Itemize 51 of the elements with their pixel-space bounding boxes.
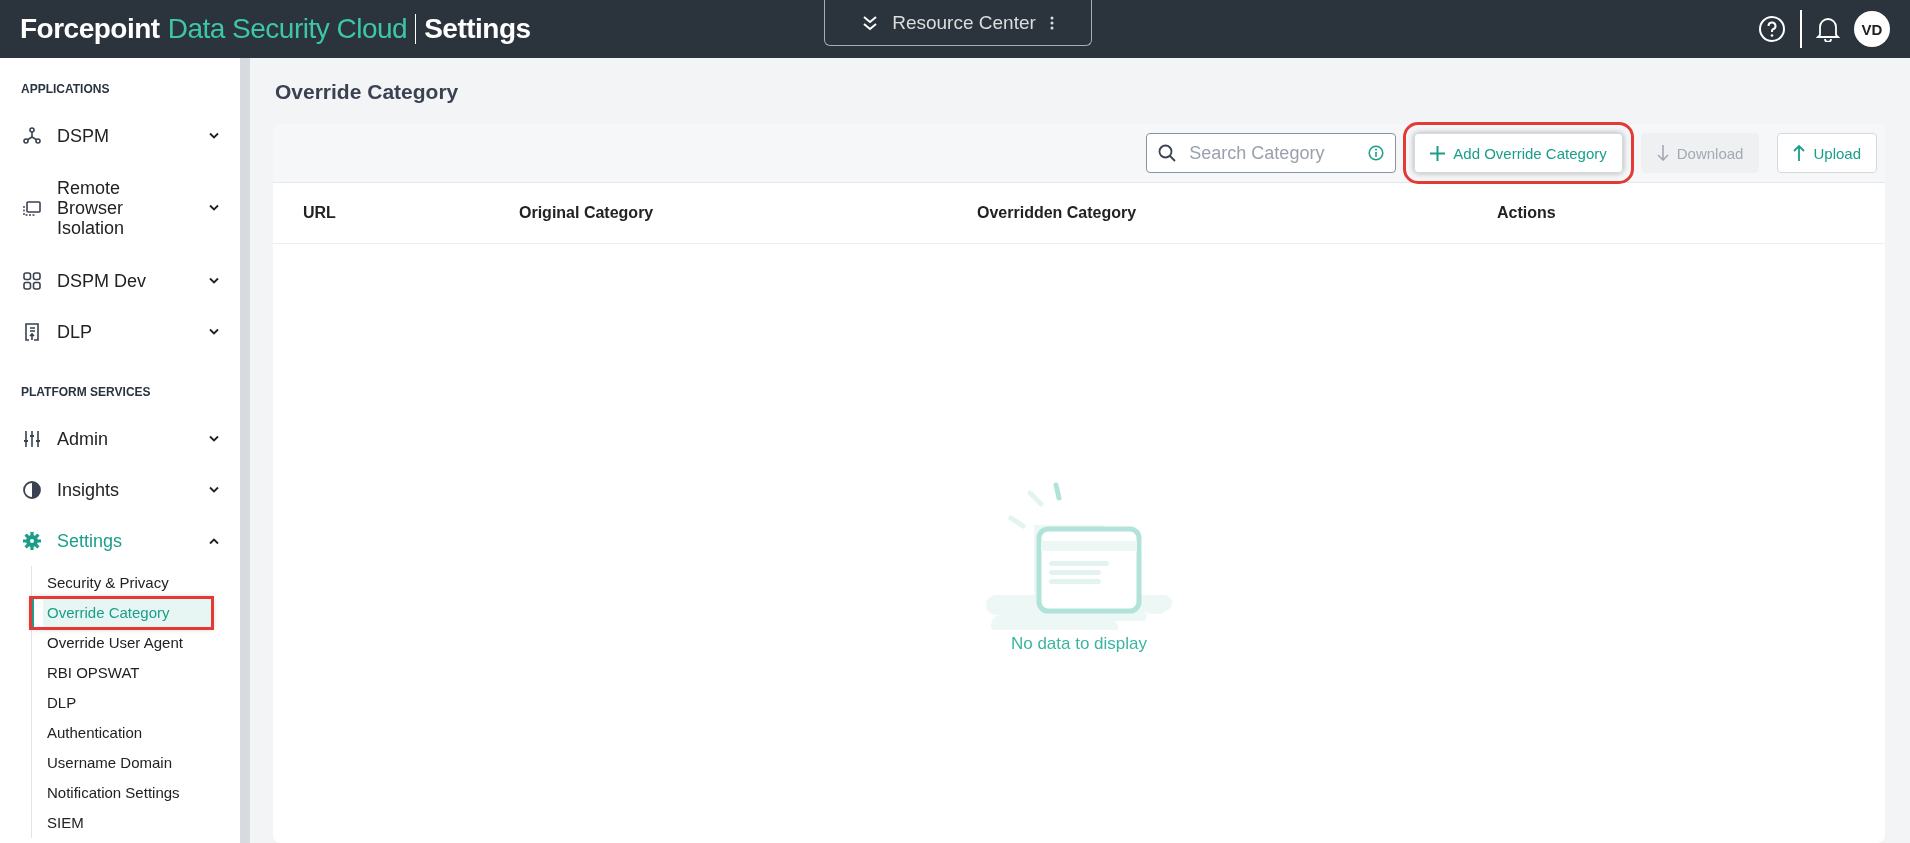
section-heading: APPLICATIONS [20,81,111,98]
section-heading: PLATFORM SERVICES [20,384,152,401]
nav-item[interactable]: Admin [0,413,240,464]
column-header: Overridden Category [977,204,1138,222]
info-icon[interactable] [1368,145,1385,161]
arrow-down-icon [1656,145,1669,161]
gear-icon [22,530,42,551]
chevron-up-icon [208,536,220,545]
network-icon [22,125,42,146]
section-title: Settings [424,13,531,45]
nav-item[interactable]: DSPM Dev [0,255,240,306]
search-field[interactable]: Search Category [1146,133,1397,173]
monitor-icon [22,198,42,218]
nav-subitem[interactable]: DLP [31,688,212,718]
nav-item[interactable]: DSPM [0,110,240,161]
nav-item[interactable]: Remote Browser Isolation [0,161,240,255]
nav-subitem[interactable]: Notification Settings [31,778,212,808]
more-vertical-icon [1049,15,1054,30]
chevron-down-icon [208,276,220,285]
nav-subitem[interactable]: Username Domain [31,748,212,778]
help-icon[interactable] [1758,15,1786,43]
plus-icon [1430,145,1446,161]
chevron-down-icon [208,434,220,443]
chevron-down-icon [208,327,220,336]
page-title: Override Category [274,79,460,105]
column-header: Original Category [519,204,655,222]
nav-subitem[interactable]: SIEM [31,808,212,838]
document-icon [22,321,42,342]
nav-subitem[interactable]: RBI OPSWAT [31,658,212,688]
resource-center-button[interactable]: Resource Center [824,0,1092,46]
user-avatar[interactable]: VD [1854,11,1890,47]
chevron-down-icon [208,204,220,212]
column-header: URL [303,204,337,222]
sliders-icon [22,428,42,449]
nav-item[interactable]: Insights [0,464,240,515]
double-chevron-down-icon [862,14,879,31]
chevron-down-icon [208,131,220,140]
nav-subitem[interactable]: Security & Privacy [31,568,212,598]
column-header: Actions [1497,204,1557,222]
product-name: Data Security Cloud [167,13,408,45]
brand-name: Forcepoint [20,13,160,45]
search-icon [1158,144,1177,162]
notification-bell-icon[interactable] [1816,16,1840,42]
nav-subitem[interactable]: Authentication [31,718,212,748]
pie-chart-icon [22,479,42,500]
grid-icon [22,270,42,291]
empty-state-message: No data to display [1010,634,1148,654]
chevron-down-icon [208,485,220,494]
nav-item[interactable]: DLP [0,306,240,357]
nav-subitem[interactable]: Override User Agent [31,628,212,658]
arrow-up-icon [1793,145,1806,161]
